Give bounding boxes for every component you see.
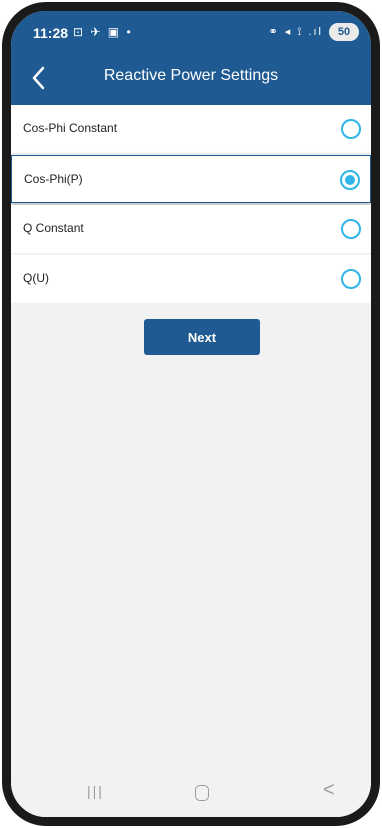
recent-apps-icon[interactable]: ||| bbox=[87, 783, 104, 799]
radio-button[interactable] bbox=[341, 119, 361, 139]
option-label: Q Constant bbox=[23, 221, 84, 235]
radio-button[interactable] bbox=[341, 219, 361, 239]
back-nav-icon[interactable]: < bbox=[323, 779, 335, 802]
home-icon[interactable] bbox=[195, 785, 209, 801]
radio-button[interactable] bbox=[341, 269, 361, 289]
signal-icons: ⚭ ◂ ⟟ .ıl bbox=[268, 26, 323, 38]
status-bar: 11:28 ⊡ ✈ ▣ • ⚭ ◂ ⟟ .ıl 50 bbox=[11, 11, 371, 53]
option-cos-phi-p[interactable]: Cos-Phi(P) bbox=[11, 155, 371, 203]
page-title: Reactive Power Settings bbox=[103, 67, 279, 84]
app-header: 11:28 ⊡ ✈ ▣ • ⚭ ◂ ⟟ .ıl 50 Reactive Powe… bbox=[11, 11, 371, 105]
next-button[interactable]: Next bbox=[144, 319, 260, 355]
notification-icons: ⊡ ✈ ▣ • bbox=[73, 25, 133, 39]
battery-icon: 50 bbox=[329, 23, 359, 41]
reactive-power-options: Cos-Phi Constant Cos-Phi(P) Q Constant Q… bbox=[11, 105, 371, 305]
system-nav-bar: ||| < bbox=[11, 769, 371, 817]
radio-button-selected[interactable] bbox=[340, 170, 360, 190]
status-time: 11:28 bbox=[33, 25, 69, 41]
phone-frame: 11:28 ⊡ ✈ ▣ • ⚭ ◂ ⟟ .ıl 50 Reactive Powe… bbox=[2, 2, 380, 826]
option-label: Q(U) bbox=[23, 271, 49, 285]
option-q-constant[interactable]: Q Constant bbox=[11, 205, 371, 253]
option-label: Cos-Phi Constant bbox=[23, 121, 118, 135]
option-q-u[interactable]: Q(U) bbox=[11, 255, 371, 303]
option-label: Cos-Phi(P) bbox=[24, 172, 83, 186]
option-cos-phi-constant[interactable]: Cos-Phi Constant bbox=[11, 105, 371, 153]
